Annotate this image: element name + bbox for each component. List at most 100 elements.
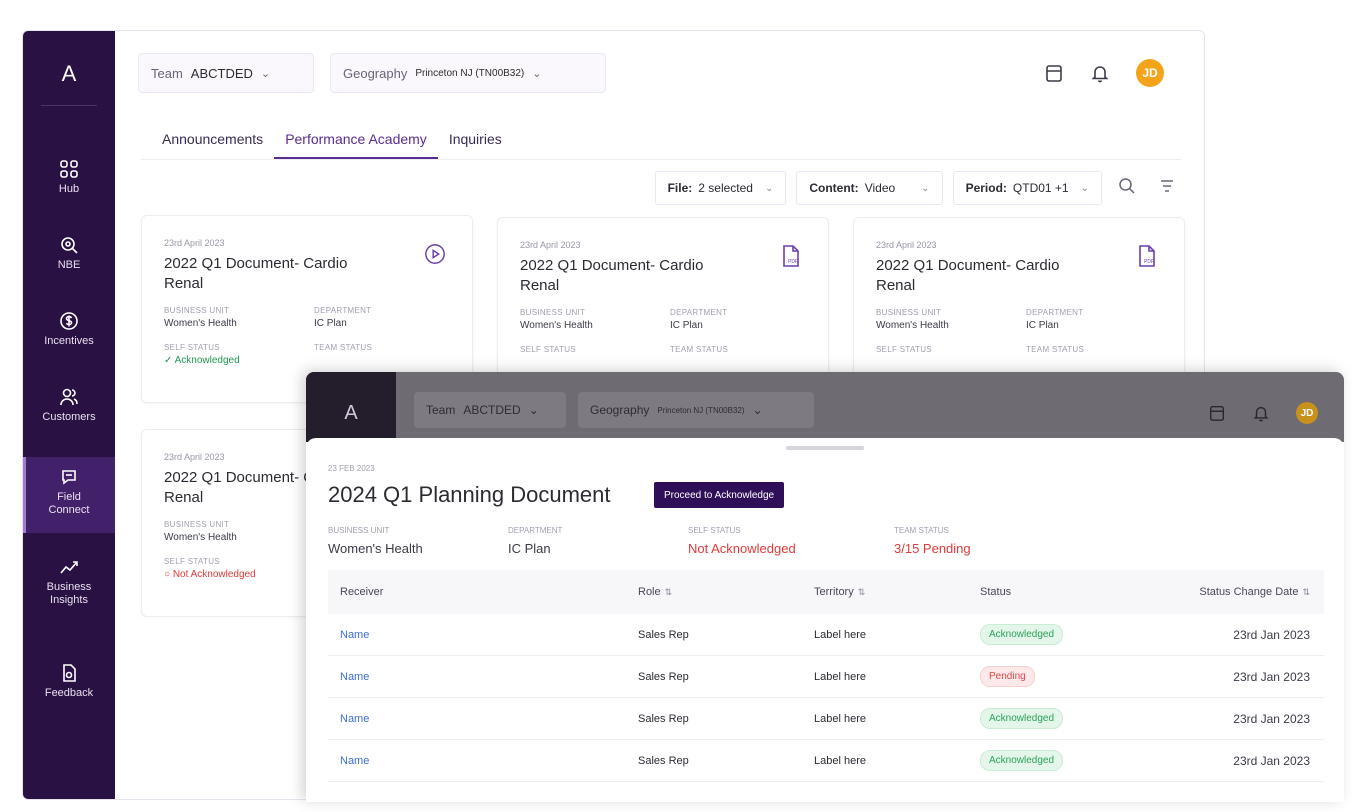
business-unit-label: BUSINESS UNIT bbox=[876, 308, 942, 317]
sidebar-item-field-connect[interactable]: Field Connect bbox=[23, 457, 115, 533]
receivers-table: Receiver Role ⇅ Territory ⇅ Status Status … bbox=[328, 570, 1324, 782]
document-meta: BUSINESS UNIT Women's Health DEPARTMENT IC… bbox=[328, 526, 1074, 556]
self-status-value: Not Acknowledged bbox=[688, 541, 796, 556]
table-header: Receiver Role ⇅ Territory ⇅ Status Status … bbox=[328, 570, 1324, 614]
sidebar-item-incentives[interactable]: Incentives bbox=[23, 311, 115, 348]
department-value: IC Plan bbox=[508, 541, 551, 556]
column-header-status-change-date[interactable]: Status Change Date ⇅ bbox=[1150, 586, 1324, 598]
column-header-label: Receiver bbox=[340, 586, 384, 598]
self-status-label: SELF STATUS bbox=[164, 557, 220, 566]
canvas: A Hub NBE Incentives Customers Field Con… bbox=[0, 0, 1357, 812]
table-row[interactable]: Name Sales Rep Label here Acknowledged 2… bbox=[328, 740, 1324, 782]
period-filter[interactable]: Period: QTD01 +1 ⌄ bbox=[952, 171, 1102, 205]
status-badge: Acknowledged bbox=[980, 750, 1064, 771]
grid-icon bbox=[60, 160, 78, 178]
sidebar-item-label: Hub bbox=[58, 183, 80, 195]
column-header-role[interactable]: Role ⇅ bbox=[638, 586, 814, 598]
trend-chart-icon bbox=[60, 561, 78, 574]
card-title: 2022 Q1 Document- Cardio Renal bbox=[164, 255, 348, 292]
column-header-territory[interactable]: Territory ⇅ bbox=[814, 586, 980, 598]
role-cell: Sales Rep bbox=[638, 628, 689, 641]
column-header-status[interactable]: Status bbox=[980, 586, 1150, 598]
bell-icon[interactable] bbox=[1090, 63, 1110, 83]
period-filter-label: Period: bbox=[965, 181, 1007, 195]
table-row[interactable]: Name Sales Rep Label here Acknowledged 2… bbox=[328, 698, 1324, 740]
chevron-down-icon: ⌄ bbox=[532, 67, 542, 80]
geography-selector[interactable]: Geography Princeton NJ (TN00B32) ⌄ bbox=[330, 53, 606, 93]
team-value: ABCTDED bbox=[463, 403, 521, 417]
self-status-value: ✓ Acknowledged bbox=[164, 355, 240, 366]
receiver-link[interactable]: Name bbox=[340, 713, 369, 725]
geography-value: Princeton NJ (TN00B32) bbox=[415, 67, 525, 79]
period-filter-value: QTD01 +1 bbox=[1012, 181, 1069, 195]
search-icon[interactable] bbox=[1112, 177, 1142, 200]
drag-handle[interactable] bbox=[786, 446, 864, 450]
sidebar-item-feedback[interactable]: Feedback bbox=[23, 663, 115, 700]
card-title: 2022 Q1 Document- Cardio Renal bbox=[876, 257, 1060, 294]
tab-inquiries[interactable]: Inquiries bbox=[438, 131, 513, 159]
document-title: 2024 Q1 Planning Document bbox=[328, 482, 611, 507]
date-cell: 23rd Jan 2023 bbox=[1233, 711, 1310, 726]
business-unit-value: Women's Health bbox=[876, 320, 949, 331]
file-filter-value: 2 selected bbox=[698, 181, 753, 195]
header-actions: JD bbox=[1208, 402, 1318, 424]
self-status-label: SELF STATUS bbox=[876, 345, 932, 354]
file-filter[interactable]: File: 2 selected ⌄ bbox=[654, 171, 787, 205]
sidebar-item-hub[interactable]: Hub bbox=[23, 159, 115, 196]
sort-icon[interactable]: ⇅ bbox=[665, 587, 673, 597]
calendar-icon[interactable] bbox=[1044, 63, 1064, 83]
status-badge: Pending bbox=[980, 666, 1035, 687]
sidebar-item-label: Business Insights bbox=[46, 581, 92, 606]
user-avatar[interactable]: JD bbox=[1136, 59, 1164, 87]
users-icon bbox=[60, 388, 78, 406]
content-filter[interactable]: Content: Video ⌄ bbox=[796, 171, 943, 205]
svg-text:PDF: PDF bbox=[788, 259, 798, 265]
document-date: 23 FEB 2023 bbox=[328, 464, 375, 473]
receiver-link[interactable]: Name bbox=[340, 755, 369, 767]
play-icon[interactable] bbox=[424, 242, 446, 266]
document-detail-window: A Team ABCTDED ⌄ Geography Princeton NJ … bbox=[306, 372, 1344, 802]
date-cell: 23rd Jan 2023 bbox=[1233, 669, 1310, 684]
sidebar-item-label: Incentives bbox=[44, 335, 94, 347]
self-status-label: SELF STATUS bbox=[164, 343, 220, 352]
table-row[interactable]: Name Sales Rep Label here Acknowledged 2… bbox=[328, 614, 1324, 656]
card-date: 23rd April 2023 bbox=[520, 240, 581, 250]
column-header-label: Territory bbox=[814, 586, 854, 598]
detail-bottom-sheet: 23 FEB 2023 2024 Q1 Planning Document Pr… bbox=[306, 438, 1344, 802]
receiver-link[interactable]: Name bbox=[340, 671, 369, 683]
dimmed-sidebar: A bbox=[306, 372, 396, 442]
pdf-file-icon[interactable]: PDF bbox=[1136, 244, 1158, 268]
filter-lines-icon[interactable] bbox=[1152, 177, 1182, 200]
target-search-icon bbox=[61, 237, 78, 254]
business-unit-label: BUSINESS UNIT bbox=[164, 520, 230, 529]
team-label: Team bbox=[426, 403, 456, 417]
status-badge: Acknowledged bbox=[980, 624, 1064, 645]
sort-icon[interactable]: ⇅ bbox=[1302, 587, 1310, 597]
sidebar-item-label: Feedback bbox=[44, 687, 94, 699]
content-filter-value: Video bbox=[864, 181, 896, 195]
chevron-down-icon: ⌄ bbox=[764, 182, 774, 194]
team-value: ABCTDED bbox=[190, 65, 253, 81]
business-unit-value: Women's Health bbox=[164, 318, 237, 329]
business-unit-label: BUSINESS UNIT bbox=[520, 308, 586, 317]
chevron-down-icon: ⌄ bbox=[752, 403, 763, 417]
tab-announcements[interactable]: Announcements bbox=[151, 131, 274, 159]
receiver-link[interactable]: Name bbox=[340, 629, 369, 641]
tab-performance-academy[interactable]: Performance Academy bbox=[274, 131, 438, 159]
sidebar-item-customers[interactable]: Customers bbox=[23, 387, 115, 424]
pdf-file-icon[interactable]: PDF bbox=[780, 244, 802, 268]
sort-icon[interactable]: ⇅ bbox=[858, 587, 866, 597]
app-logo[interactable]: A bbox=[23, 61, 115, 87]
team-selector[interactable]: Team ABCTDED ⌄ bbox=[138, 53, 314, 93]
column-header-receiver[interactable]: Receiver bbox=[328, 586, 638, 598]
territory-cell: Label here bbox=[814, 670, 866, 683]
sidebar-item-nbe[interactable]: NBE bbox=[23, 235, 115, 272]
geography-value: Princeton NJ (TN00B32) bbox=[657, 405, 745, 415]
proceed-to-acknowledge-button[interactable]: Proceed to Acknowledge bbox=[654, 482, 785, 508]
team-status-label: TEAM STATUS bbox=[670, 345, 729, 354]
territory-cell: Label here bbox=[814, 754, 866, 767]
sidebar-item-business-insights[interactable]: Business Insights bbox=[23, 557, 115, 607]
table-row[interactable]: Name Sales Rep Label here Pending 23rd J… bbox=[328, 656, 1324, 698]
file-filter-label: File: bbox=[667, 181, 693, 195]
column-header-label: Role bbox=[638, 586, 661, 598]
